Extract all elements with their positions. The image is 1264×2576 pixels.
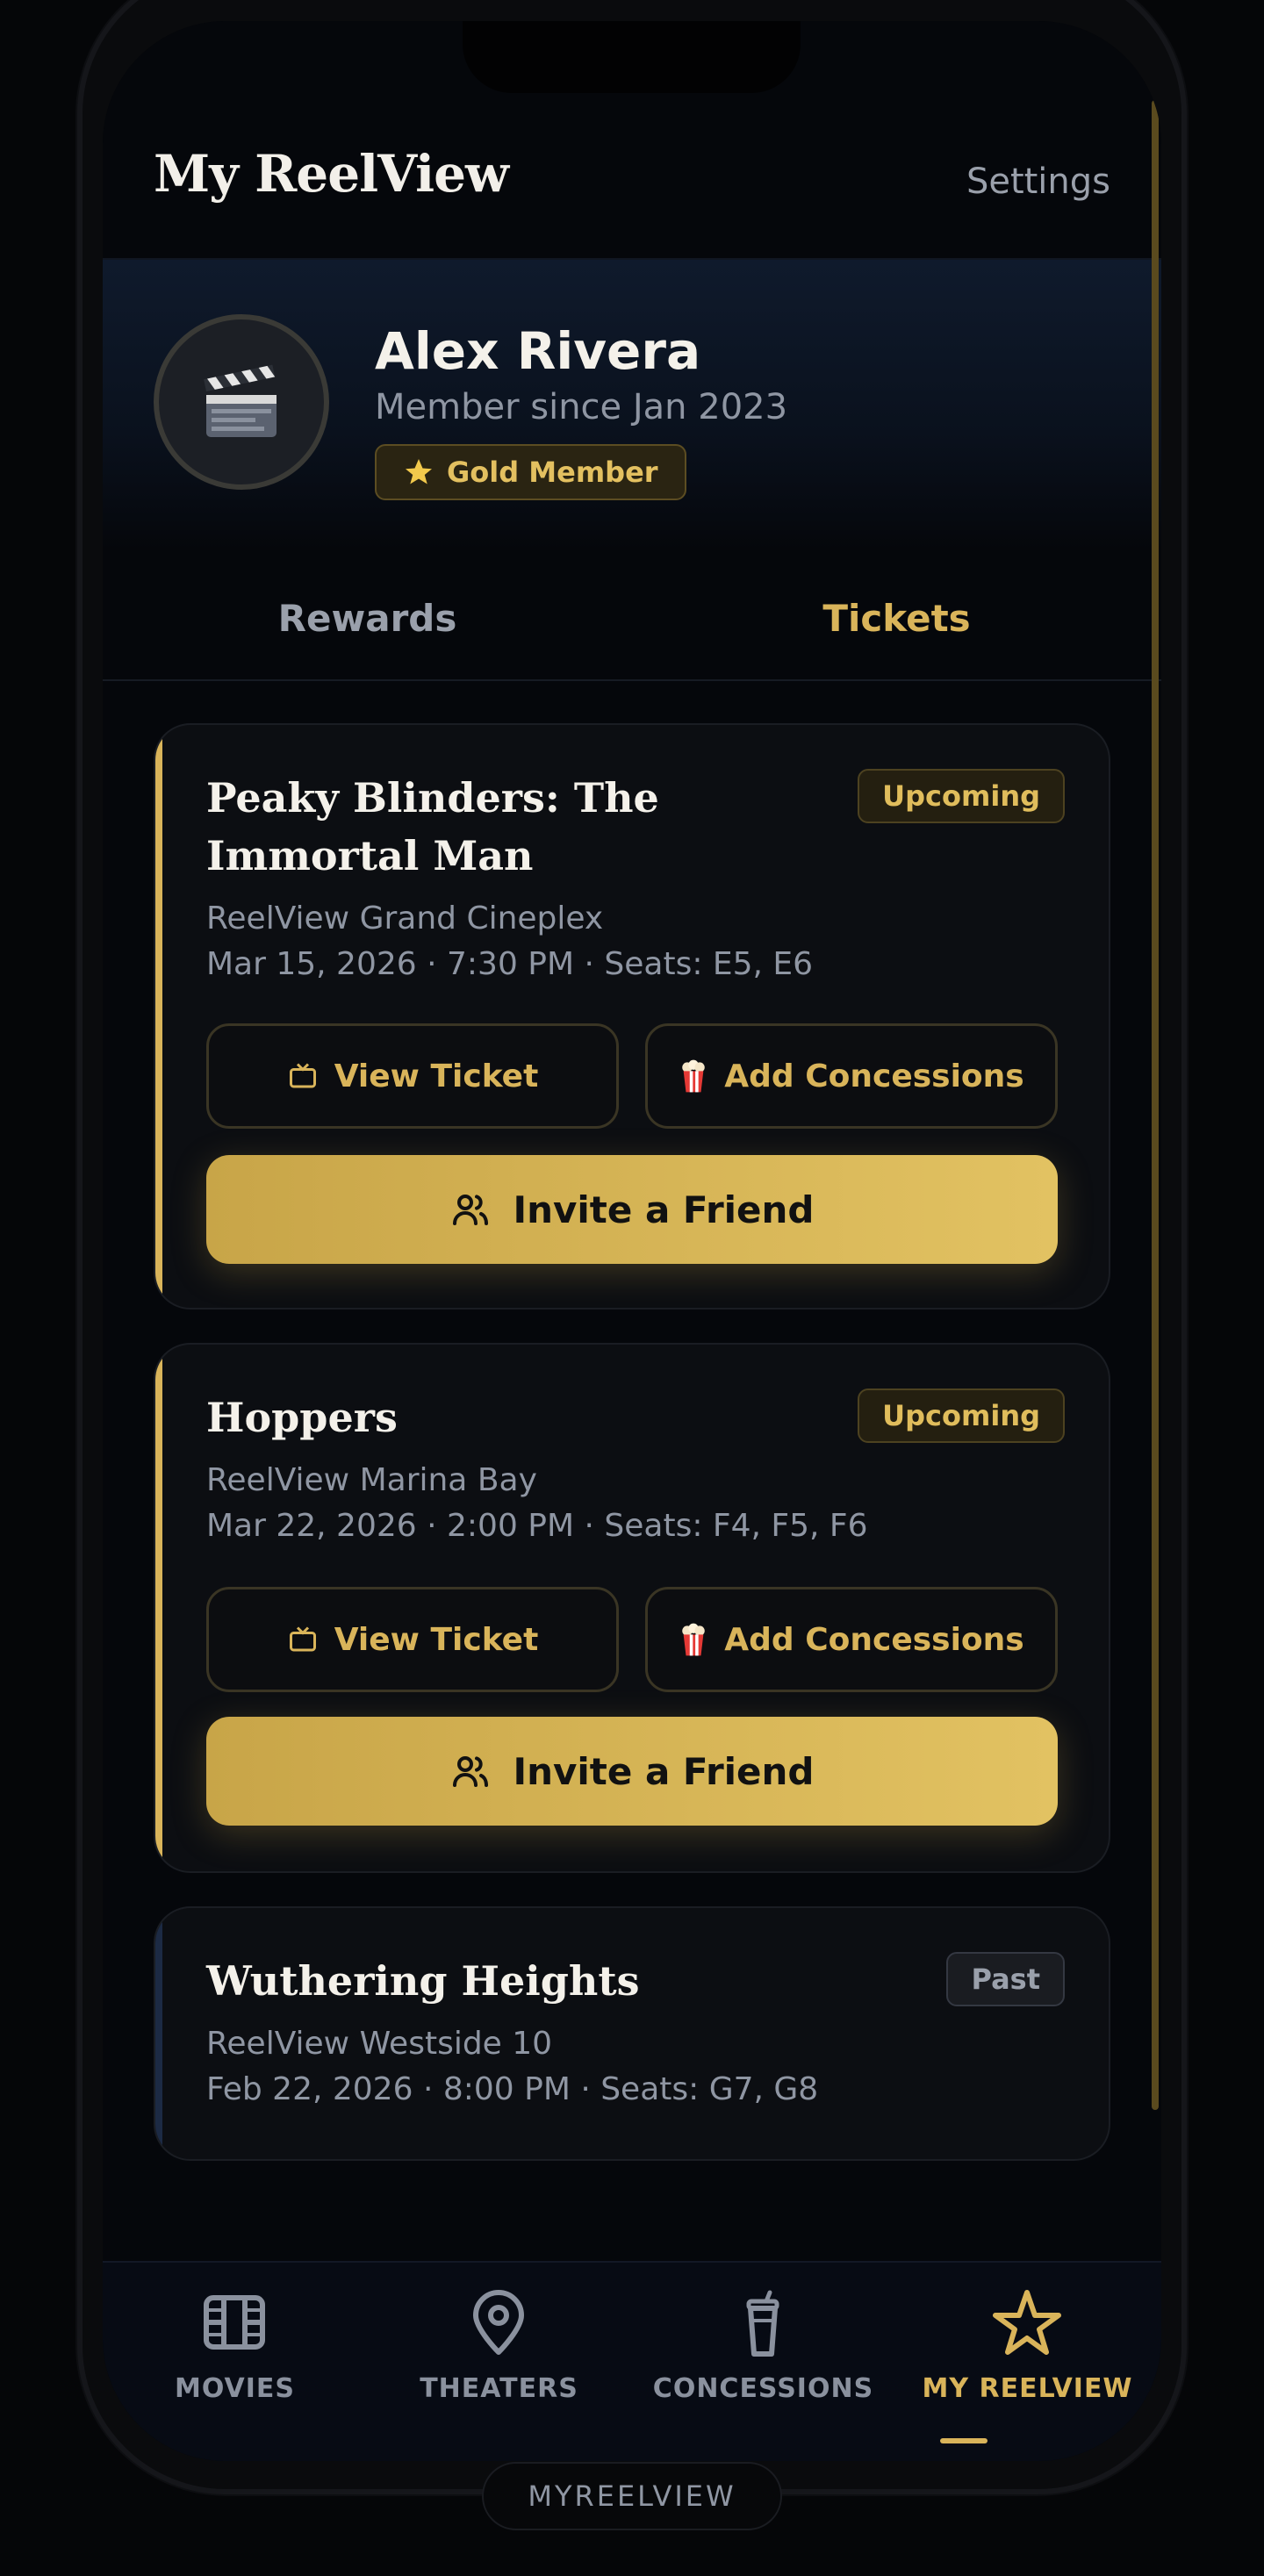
nav-active-indicator: [940, 2438, 988, 2443]
nav-label: MOVIES: [174, 2373, 296, 2404]
view-ticket-button[interactable]: View Ticket: [206, 1587, 619, 1692]
nav-my-reelview[interactable]: MY REELVIEW: [895, 2289, 1160, 2404]
tab-tickets[interactable]: Tickets: [632, 597, 1161, 640]
users-icon: [453, 1756, 489, 1787]
ticket-card[interactable]: Peaky Blinders: The Immortal Man Upcomin…: [154, 723, 1110, 1310]
profile-tabs: Rewards Tickets: [103, 549, 1161, 681]
status-badge: Upcoming: [858, 769, 1065, 823]
popcorn-icon: [682, 1623, 706, 1656]
ticket-details: Mar 22, 2026 · 2:00 PM · Seats: F4, F5, …: [206, 1508, 868, 1544]
ticket-theater: ReelView Marina Bay: [206, 1462, 537, 1498]
status-badge: Upcoming: [858, 1388, 1065, 1443]
invite-friend-button[interactable]: Invite a Friend: [206, 1717, 1058, 1826]
view-ticket-button[interactable]: View Ticket: [206, 1023, 619, 1129]
add-concessions-label: Add Concessions: [724, 1058, 1024, 1094]
profile-section: Alex Rivera Member since Jan 2023 Gold M…: [103, 260, 1161, 549]
avatar[interactable]: [154, 314, 329, 490]
membership-badge: Gold Member: [375, 444, 686, 500]
view-ticket-label: View Ticket: [334, 1058, 539, 1094]
nav-movies[interactable]: MOVIES: [103, 2289, 367, 2404]
invite-friend-label: Invite a Friend: [513, 1188, 815, 1231]
card-accent: [155, 1908, 162, 2159]
clapperboard-icon: [204, 364, 276, 437]
membership-badge-label: Gold Member: [447, 456, 658, 489]
ticket-theater: ReelView Westside 10: [206, 2026, 553, 2062]
nav-theaters[interactable]: THEATERS: [367, 2289, 631, 2404]
card-accent: [155, 725, 162, 1308]
ticket-card[interactable]: Hoppers Upcoming ReelView Marina Bay Mar…: [154, 1343, 1110, 1873]
add-concessions-button[interactable]: Add Concessions: [645, 1587, 1058, 1692]
film-icon: [204, 2295, 265, 2350]
tab-rewards[interactable]: Rewards: [103, 597, 632, 640]
ticket-title: Wuthering Heights: [206, 1957, 640, 2005]
nav-label: MY REELVIEW: [922, 2373, 1133, 2404]
ticket-icon: [289, 1626, 316, 1652]
popcorn-icon: [682, 1059, 706, 1093]
nav-concessions[interactable]: CONCESSIONS: [631, 2289, 895, 2404]
page-label: MYREELVIEW: [482, 2462, 782, 2530]
invite-friend-button[interactable]: Invite a Friend: [206, 1155, 1058, 1264]
ticket-title: Peaky Blinders: The Immortal Man: [206, 774, 659, 879]
star-icon: [993, 2290, 1061, 2355]
add-concessions-button[interactable]: Add Concessions: [645, 1023, 1058, 1129]
member-since-text: Member since Jan 2023: [375, 387, 788, 427]
invite-friend-label: Invite a Friend: [513, 1749, 815, 1793]
users-icon: [453, 1195, 489, 1225]
nav-label: CONCESSIONS: [652, 2373, 874, 2404]
ticket-card[interactable]: Wuthering Heights Past ReelView Westside…: [154, 1906, 1110, 2161]
ticket-details: Feb 22, 2026 · 8:00 PM · Seats: G7, G8: [206, 2071, 819, 2107]
app-screen: My ReelView Settings Alex Rivera Member …: [103, 21, 1161, 2461]
device-notch: [463, 21, 801, 93]
status-badge: Past: [946, 1952, 1065, 2006]
card-accent: [155, 1345, 162, 1871]
bottom-navigation: MOVIES THEATERS CONCESSIONS MY REELVIEW: [103, 2261, 1161, 2461]
settings-link[interactable]: Settings: [966, 161, 1110, 202]
ticket-title: Hoppers: [206, 1394, 398, 1441]
add-concessions-label: Add Concessions: [724, 1621, 1024, 1658]
ticket-details: Mar 15, 2026 · 7:30 PM · Seats: E5, E6: [206, 946, 814, 982]
drink-cup-icon: [746, 2290, 779, 2357]
nav-label: THEATERS: [420, 2373, 578, 2404]
page-title: My ReelView: [154, 144, 509, 204]
view-ticket-label: View Ticket: [334, 1621, 539, 1658]
map-pin-icon: [473, 2290, 524, 2355]
scrollbar[interactable]: [1152, 100, 1159, 2110]
ticket-icon: [289, 1063, 316, 1088]
star-icon: [406, 459, 432, 484]
profile-name: Alex Rivera: [375, 321, 701, 381]
ticket-theater: ReelView Grand Cineplex: [206, 901, 604, 936]
